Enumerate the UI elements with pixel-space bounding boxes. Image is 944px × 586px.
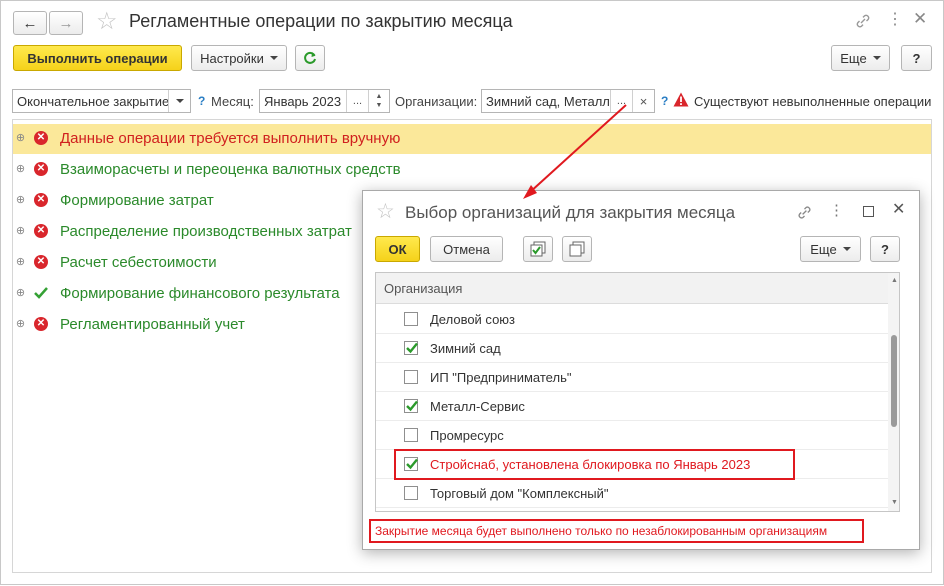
main-window: ← → ☆ Регламентные операции по закрытию … <box>0 0 944 585</box>
annotation-arrow <box>523 104 627 199</box>
